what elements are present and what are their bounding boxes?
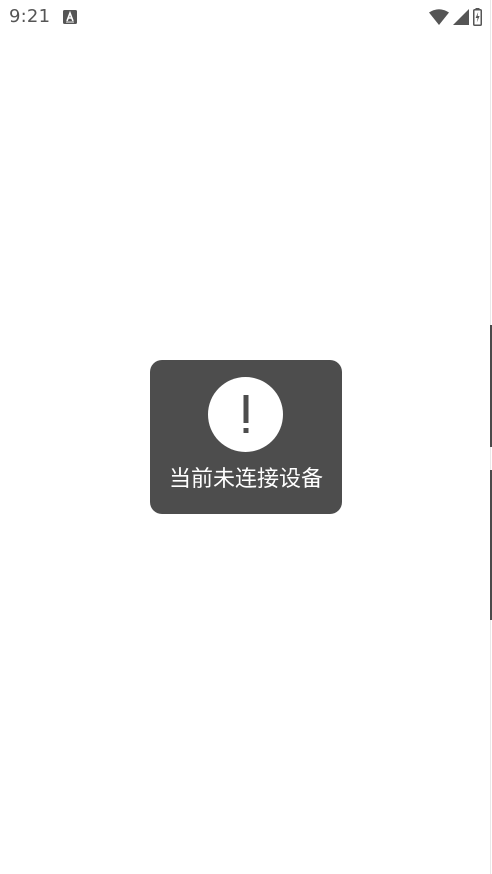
status-right-icons [429,8,482,26]
cell-signal-icon [453,9,469,25]
toast: 当前未连接设备 [150,360,342,514]
screen: 9:21 当前未连接设备 [0,0,492,874]
wifi-icon [429,9,449,25]
status-bar: 9:21 [0,0,492,34]
toast-message: 当前未连接设备 [168,467,323,492]
exclamation-icon [208,377,283,452]
battery-charging-icon [473,8,482,26]
a-icon [63,9,77,24]
status-time: 9:21 [9,6,51,27]
